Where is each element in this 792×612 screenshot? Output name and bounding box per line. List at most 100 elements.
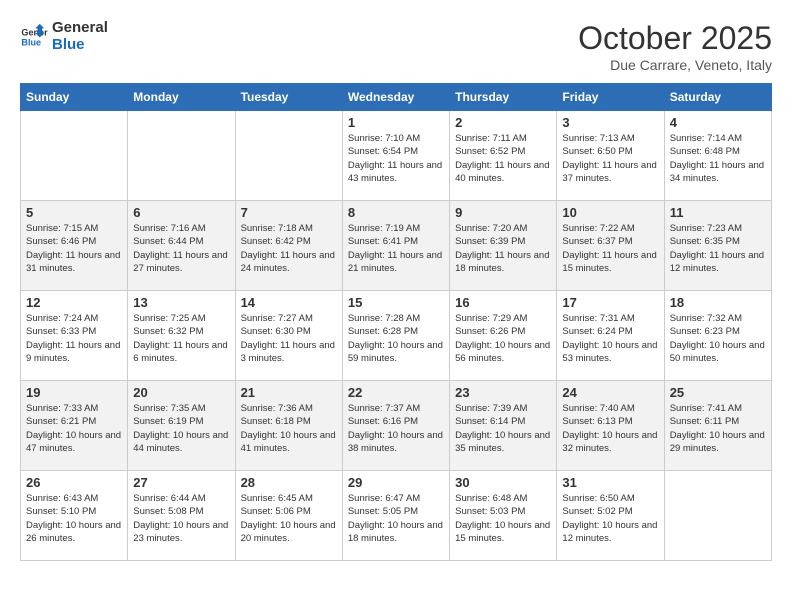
day-info: Sunrise: 6:44 AM Sunset: 5:08 PM Dayligh… (133, 492, 229, 545)
day-number: 5 (26, 205, 122, 220)
day-info: Sunrise: 7:23 AM Sunset: 6:35 PM Dayligh… (670, 222, 766, 275)
day-number: 26 (26, 475, 122, 490)
header-day-friday: Friday (557, 84, 664, 111)
day-info: Sunrise: 7:39 AM Sunset: 6:14 PM Dayligh… (455, 402, 551, 455)
day-info: Sunrise: 6:48 AM Sunset: 5:03 PM Dayligh… (455, 492, 551, 545)
header-day-sunday: Sunday (21, 84, 128, 111)
day-number: 20 (133, 385, 229, 400)
day-number: 23 (455, 385, 551, 400)
day-info: Sunrise: 7:32 AM Sunset: 6:23 PM Dayligh… (670, 312, 766, 365)
day-number: 31 (562, 475, 658, 490)
calendar-cell: 2 Sunrise: 7:11 AM Sunset: 6:52 PM Daylig… (450, 111, 557, 201)
day-info: Sunrise: 6:43 AM Sunset: 5:10 PM Dayligh… (26, 492, 122, 545)
calendar-cell: 14Sunrise: 7:27 AM Sunset: 6:30 PM Dayli… (235, 291, 342, 381)
day-info: Sunrise: 7:37 AM Sunset: 6:16 PM Dayligh… (348, 402, 444, 455)
calendar-table: SundayMondayTuesdayWednesdayThursdayFrid… (20, 83, 772, 561)
calendar-cell: 1 Sunrise: 7:10 AM Sunset: 6:54 PM Daylig… (342, 111, 449, 201)
day-info: Sunrise: 7:13 AM Sunset: 6:50 PM Dayligh… (562, 132, 658, 185)
day-info: Sunrise: 7:35 AM Sunset: 6:19 PM Dayligh… (133, 402, 229, 455)
day-number: 30 (455, 475, 551, 490)
header: General Blue General Blue October 2025 D… (20, 20, 772, 73)
calendar-cell: 12Sunrise: 7:24 AM Sunset: 6:33 PM Dayli… (21, 291, 128, 381)
calendar-cell: 29Sunrise: 6:47 AM Sunset: 5:05 PM Dayli… (342, 471, 449, 561)
day-number: 7 (241, 205, 337, 220)
calendar-cell: 31 Sunrise: 6:50 AM Sunset: 5:02 PM Dayli… (557, 471, 664, 561)
day-info: Sunrise: 6:47 AM Sunset: 5:05 PM Dayligh… (348, 492, 444, 545)
day-info: Sunrise: 7:22 AM Sunset: 6:37 PM Dayligh… (562, 222, 658, 275)
day-number: 17 (562, 295, 658, 310)
day-info: Sunrise: 7:24 AM Sunset: 6:33 PM Dayligh… (26, 312, 122, 365)
calendar-cell: 27 Sunrise: 6:44 AM Sunset: 5:08 PM Dayli… (128, 471, 235, 561)
day-number: 25 (670, 385, 766, 400)
day-number: 27 (133, 475, 229, 490)
day-number: 24 (562, 385, 658, 400)
header-day-thursday: Thursday (450, 84, 557, 111)
week-row-1: 1 Sunrise: 7:10 AM Sunset: 6:54 PM Daylig… (21, 111, 772, 201)
calendar-cell: 22 Sunrise: 7:37 AM Sunset: 6:16 PM Dayli… (342, 381, 449, 471)
location-subtitle: Due Carrare, Veneto, Italy (578, 57, 772, 73)
day-number: 9 (455, 205, 551, 220)
calendar-cell: 6 Sunrise: 7:16 AM Sunset: 6:44 PM Daylig… (128, 201, 235, 291)
day-info: Sunrise: 7:16 AM Sunset: 6:44 PM Dayligh… (133, 222, 229, 275)
day-number: 18 (670, 295, 766, 310)
header-day-monday: Monday (128, 84, 235, 111)
calendar-cell: 21Sunrise: 7:36 AM Sunset: 6:18 PM Dayli… (235, 381, 342, 471)
title-area: October 2025 Due Carrare, Veneto, Italy (578, 20, 772, 73)
day-info: Sunrise: 7:25 AM Sunset: 6:32 PM Dayligh… (133, 312, 229, 365)
calendar-cell: 28 Sunrise: 6:45 AM Sunset: 5:06 PM Dayli… (235, 471, 342, 561)
day-info: Sunrise: 7:31 AM Sunset: 6:24 PM Dayligh… (562, 312, 658, 365)
header-day-saturday: Saturday (664, 84, 771, 111)
logo-icon: General Blue (20, 23, 48, 51)
calendar-cell: 5 Sunrise: 7:15 AM Sunset: 6:46 PM Daylig… (21, 201, 128, 291)
week-row-5: 26 Sunrise: 6:43 AM Sunset: 5:10 PM Dayli… (21, 471, 772, 561)
calendar-cell: 9 Sunrise: 7:20 AM Sunset: 6:39 PM Daylig… (450, 201, 557, 291)
calendar-cell: 20 Sunrise: 7:35 AM Sunset: 6:19 PM Dayli… (128, 381, 235, 471)
header-day-wednesday: Wednesday (342, 84, 449, 111)
calendar-cell: 23 Sunrise: 7:39 AM Sunset: 6:14 PM Dayli… (450, 381, 557, 471)
day-number: 19 (26, 385, 122, 400)
day-number: 28 (241, 475, 337, 490)
week-row-2: 5 Sunrise: 7:15 AM Sunset: 6:46 PM Daylig… (21, 201, 772, 291)
day-info: Sunrise: 7:20 AM Sunset: 6:39 PM Dayligh… (455, 222, 551, 275)
day-info: Sunrise: 7:29 AM Sunset: 6:26 PM Dayligh… (455, 312, 551, 365)
day-number: 6 (133, 205, 229, 220)
header-day-tuesday: Tuesday (235, 84, 342, 111)
day-number: 3 (562, 115, 658, 130)
calendar-cell: 26 Sunrise: 6:43 AM Sunset: 5:10 PM Dayli… (21, 471, 128, 561)
calendar-cell: 17 Sunrise: 7:31 AM Sunset: 6:24 PM Dayli… (557, 291, 664, 381)
day-info: Sunrise: 6:50 AM Sunset: 5:02 PM Dayligh… (562, 492, 658, 545)
calendar-cell: 10 Sunrise: 7:22 AM Sunset: 6:37 PM Dayli… (557, 201, 664, 291)
day-info: Sunrise: 6:45 AM Sunset: 5:06 PM Dayligh… (241, 492, 337, 545)
day-info: Sunrise: 7:28 AM Sunset: 6:28 PM Dayligh… (348, 312, 444, 365)
day-number: 21 (241, 385, 337, 400)
day-info: Sunrise: 7:15 AM Sunset: 6:46 PM Dayligh… (26, 222, 122, 275)
svg-text:General: General (21, 27, 48, 37)
day-info: Sunrise: 7:18 AM Sunset: 6:42 PM Dayligh… (241, 222, 337, 275)
calendar-cell: 24 Sunrise: 7:40 AM Sunset: 6:13 PM Dayli… (557, 381, 664, 471)
calendar-cell: 16 Sunrise: 7:29 AM Sunset: 6:26 PM Dayli… (450, 291, 557, 381)
day-number: 2 (455, 115, 551, 130)
calendar-cell: 25Sunrise: 7:41 AM Sunset: 6:11 PM Dayli… (664, 381, 771, 471)
day-number: 11 (670, 205, 766, 220)
header-row: SundayMondayTuesdayWednesdayThursdayFrid… (21, 84, 772, 111)
day-info: Sunrise: 7:19 AM Sunset: 6:41 PM Dayligh… (348, 222, 444, 275)
day-number: 4 (670, 115, 766, 130)
calendar-cell: 15Sunrise: 7:28 AM Sunset: 6:28 PM Dayli… (342, 291, 449, 381)
day-number: 13 (133, 295, 229, 310)
calendar-cell: 30 Sunrise: 6:48 AM Sunset: 5:03 PM Dayli… (450, 471, 557, 561)
logo-line2: Blue (52, 37, 85, 54)
day-info: Sunrise: 7:14 AM Sunset: 6:48 PM Dayligh… (670, 132, 766, 185)
calendar-cell: 4 Sunrise: 7:14 AM Sunset: 6:48 PM Daylig… (664, 111, 771, 201)
day-info: Sunrise: 7:10 AM Sunset: 6:54 PM Dayligh… (348, 132, 444, 185)
calendar-cell: 13 Sunrise: 7:25 AM Sunset: 6:32 PM Dayli… (128, 291, 235, 381)
calendar-cell (235, 111, 342, 201)
day-number: 16 (455, 295, 551, 310)
calendar-cell: 7 Sunrise: 7:18 AM Sunset: 6:42 PM Daylig… (235, 201, 342, 291)
calendar-cell (664, 471, 771, 561)
calendar-cell: 8Sunrise: 7:19 AM Sunset: 6:41 PM Daylig… (342, 201, 449, 291)
day-info: Sunrise: 7:11 AM Sunset: 6:52 PM Dayligh… (455, 132, 551, 185)
day-number: 22 (348, 385, 444, 400)
day-number: 1 (348, 115, 444, 130)
day-number: 10 (562, 205, 658, 220)
day-info: Sunrise: 7:40 AM Sunset: 6:13 PM Dayligh… (562, 402, 658, 455)
